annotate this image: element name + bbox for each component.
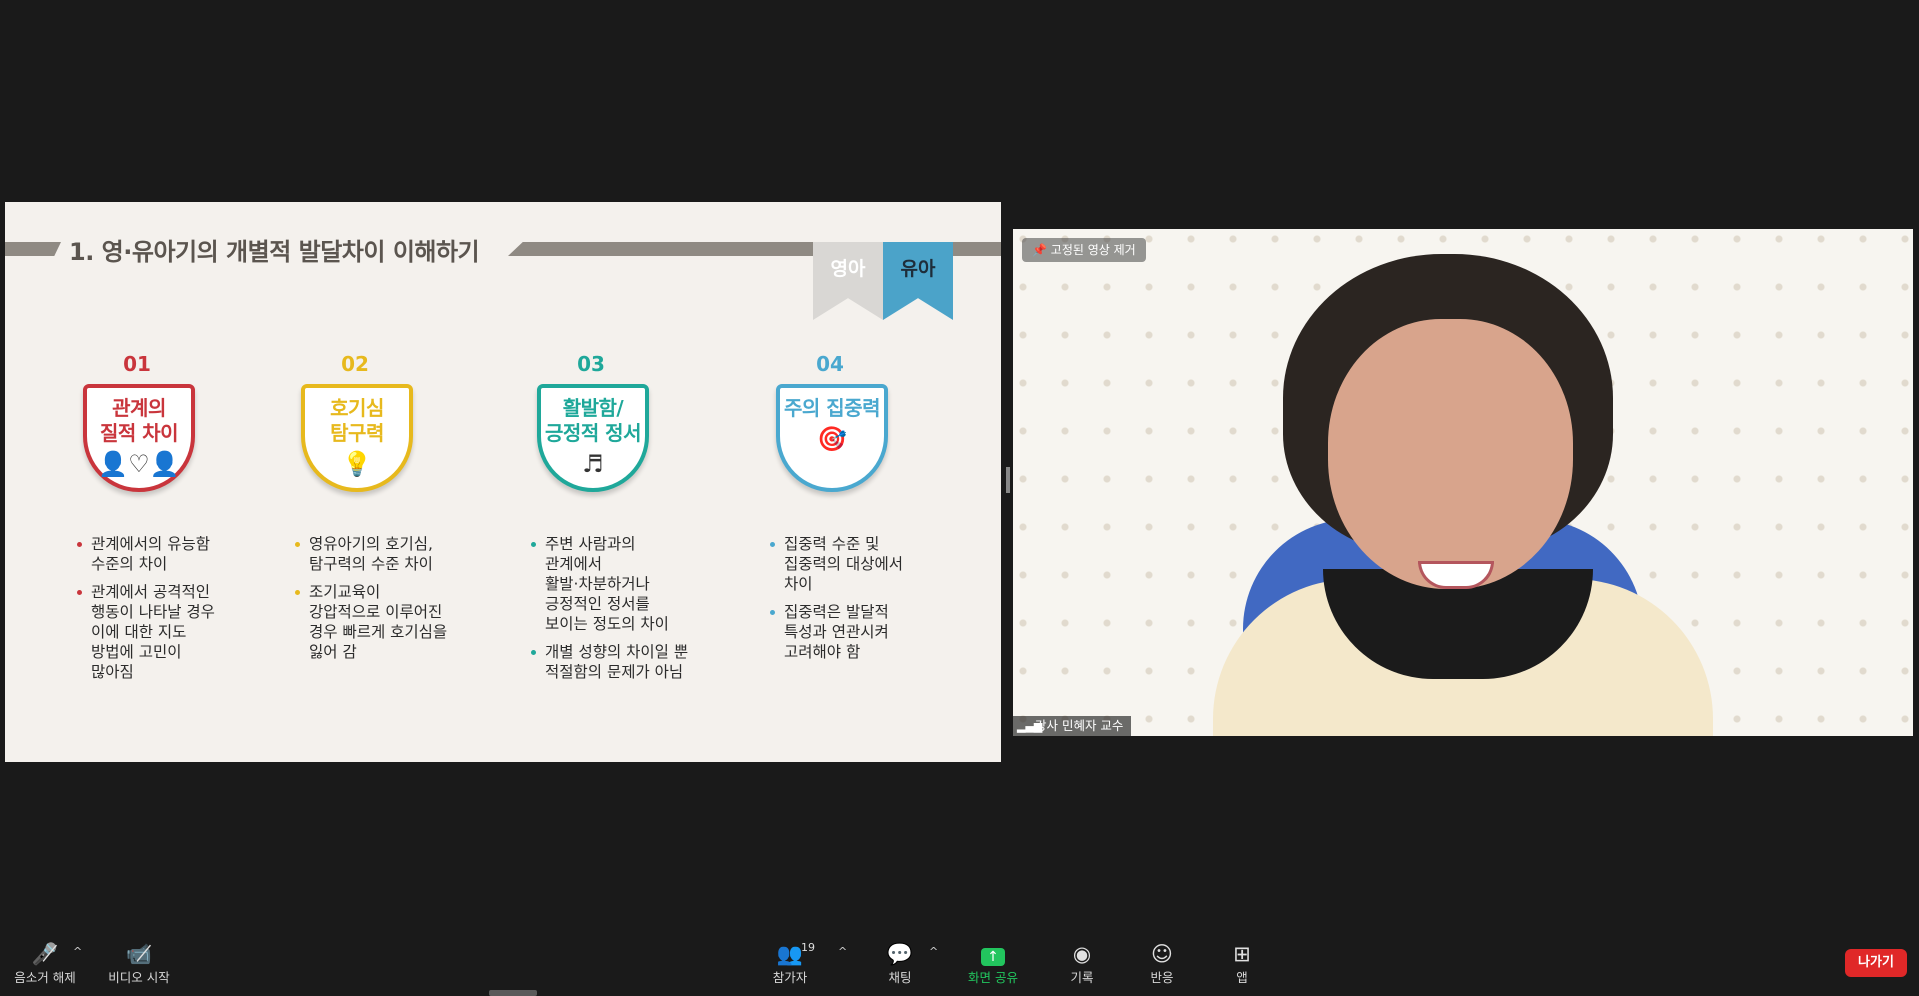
- badge-title-line: 질적 차이: [99, 421, 179, 445]
- badge-title: 관계의 질적 차이: [87, 388, 191, 446]
- column-badge: 활발함/긍정적 정서 ♬: [537, 384, 649, 492]
- bullet-list: 영유아기의 호기심, 탐구력의 수준 차이조기교육이 강압적으로 이루어진 경우…: [293, 534, 447, 670]
- chat-options-caret[interactable]: ^: [929, 945, 938, 958]
- badge-title-line: 주의 집중력: [784, 396, 880, 420]
- tab-child: 유아: [883, 242, 953, 320]
- badge-title: 주의 집중력: [780, 388, 884, 421]
- share-screen-icon: ↑: [965, 941, 1021, 967]
- pin-icon: 📌: [1032, 243, 1047, 257]
- video-off-icon: 📹̸: [125, 942, 153, 966]
- participants-count: 19: [801, 941, 815, 954]
- tab-infant: 영아: [813, 242, 883, 320]
- unmute-button[interactable]: 🎤̸ 음소거 해제: [12, 941, 78, 986]
- audio-options-caret[interactable]: ^: [73, 945, 82, 958]
- record-button[interactable]: ◉ 기록: [1064, 941, 1100, 986]
- column-badge: 호기심 탐구력 💡: [301, 384, 413, 492]
- column-number: 01: [123, 352, 151, 376]
- unpin-video-button[interactable]: 📌 고정된 영상 제거: [1022, 238, 1146, 262]
- bullet-list: 집중력 수준 및 집중력의 대상에서 차이집중력은 발달적 특성과 연관시켜 고…: [768, 534, 903, 670]
- badge-title: 호기심 탐구력: [305, 388, 409, 446]
- speaker-face: [1328, 319, 1573, 589]
- music-note-icon: ♬: [582, 450, 604, 478]
- pinned-video-tile[interactable]: 📌 고정된 영상 제거 ▂▄▆ 강사 민혜자 교수: [1013, 229, 1913, 736]
- participants-options-caret[interactable]: ^: [838, 945, 847, 958]
- target-icon: 🎯: [817, 425, 847, 453]
- column-badge: 주의 집중력 🎯: [776, 384, 888, 492]
- bullet-item: 관계에서의 유능함 수준의 차이: [75, 534, 215, 574]
- bullet-item: 개별 성향의 차이일 뿐 적절함의 문제가 아님: [529, 642, 688, 682]
- column-number: 02: [341, 352, 369, 376]
- bullet-item: 집중력은 발달적 특성과 연관시켜 고려해야 함: [768, 602, 903, 662]
- shared-slide: 1. 영·유아기의 개별적 발달차이 이해하기 영아 유아 01 관계의 질적 차이…: [5, 202, 1001, 762]
- lightbulb-icon: 💡: [342, 450, 372, 478]
- reactions-button[interactable]: ☺ 반응: [1144, 941, 1180, 986]
- bullet-list: 관계에서의 유능함 수준의 차이관계에서 공격적인 행동이 나타날 경우 이에 …: [75, 534, 215, 690]
- leave-meeting-button[interactable]: 나가기: [1845, 949, 1907, 977]
- apps-icon: ⊞: [1233, 942, 1251, 966]
- chat-icon: 💬: [886, 942, 914, 966]
- badge-title: 활발함/긍정적 정서: [541, 388, 645, 446]
- badge-title-line: 긍정적 정서: [545, 421, 641, 445]
- participant-name-tag: ▂▄▆ 강사 민혜자 교수: [1013, 716, 1132, 736]
- column-number: 03: [577, 352, 605, 376]
- split-divider-handle[interactable]: [1006, 467, 1010, 493]
- participants-button[interactable]: 👥 19 참가자: [768, 941, 815, 986]
- gallery-scroll-handle[interactable]: [489, 990, 537, 996]
- muted-microphone-icon: 🎤̸: [31, 942, 59, 966]
- people-heart-icon: 👤♡👤: [98, 450, 180, 478]
- bullet-list: 주변 사람과의 관계에서 활발·차분하거나 긍정적인 정서를 보이는 정도의 차…: [529, 534, 688, 690]
- reaction-smiley-icon: ☺: [1151, 942, 1173, 966]
- badge-title-line: 탐구력: [330, 421, 384, 445]
- chat-button[interactable]: 💬 채팅: [882, 941, 918, 986]
- badge-title-line: 활발함/: [562, 396, 624, 420]
- bullet-item: 조기교육이 강압적으로 이루어진 경우 빠르게 호기심을 잃어 감: [293, 582, 447, 662]
- column-badge: 관계의 질적 차이 👤♡👤: [83, 384, 195, 492]
- bullet-item: 집중력 수준 및 집중력의 대상에서 차이: [768, 534, 903, 594]
- bullet-item: 주변 사람과의 관계에서 활발·차분하거나 긍정적인 정서를 보이는 정도의 차…: [529, 534, 688, 634]
- record-icon: ◉: [1072, 942, 1092, 966]
- column-number: 04: [816, 352, 844, 376]
- badge-title-line: 호기심: [330, 396, 384, 420]
- share-screen-button[interactable]: ↑ 화면 공유: [965, 941, 1021, 986]
- signal-strength-icon: ▂▄▆: [1017, 720, 1043, 733]
- bullet-item: 영유아기의 호기심, 탐구력의 수준 차이: [293, 534, 447, 574]
- apps-button[interactable]: ⊞ 앱: [1226, 941, 1258, 986]
- meeting-toolbar: 🎤̸ 음소거 해제 ^ 📹̸ 비디오 시작 👥 19 참가자 ^ 💬 채팅 ^ …: [0, 935, 1919, 996]
- start-video-button[interactable]: 📹̸ 비디오 시작: [104, 941, 174, 986]
- slide-title: 1. 영·유아기의 개별적 발달차이 이해하기: [63, 232, 488, 267]
- bullet-item: 관계에서 공격적인 행동이 나타날 경우 이에 대한 지도 방법에 고민이 많아…: [75, 582, 215, 682]
- badge-title-line: 관계의: [112, 396, 166, 420]
